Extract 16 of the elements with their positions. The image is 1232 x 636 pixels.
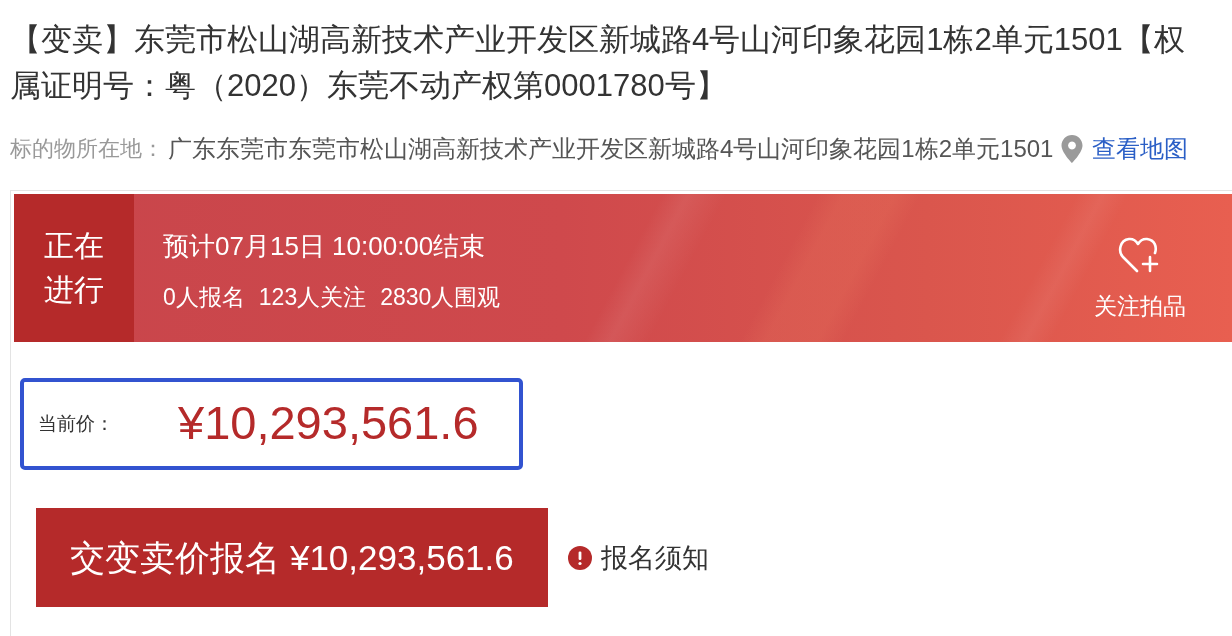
auction-status-tag: 正在进行 [14,194,134,342]
follow-item-button[interactable]: 关注拍品 [1094,194,1186,342]
current-price-value: ¥10,293,561.6 [178,394,479,450]
location-address: 广东东莞市东莞市松山湖高新技术产业开发区新城路4号山河印象花园1栋2单元1501 [168,134,1054,164]
alert-icon [568,545,592,570]
map-pin-icon [1061,135,1084,163]
auction-stat: 0人报名 [163,283,245,312]
current-price-label: 当前价： [38,412,115,436]
view-map-link[interactable]: 查看地图 [1092,133,1189,165]
auction-stat: 123人关注 [258,283,367,312]
register-button[interactable]: 交变卖价报名 ¥10,293,561.6 [36,508,548,607]
location-label: 标的物所在地： [10,135,164,163]
signup-notice-link[interactable]: 报名须知 [568,539,709,576]
auction-stat: 2830人围观 [380,283,501,312]
listing-title: 【变卖】东莞市松山湖高新技术产业开发区新城路4号山河印象花园1栋2单元1501【权属证明号：粤（2020）东莞不动产权第0001780号】 [10,21,1186,105]
auction-end-time: 预计07月15日 10:00:00结束 [163,230,487,263]
